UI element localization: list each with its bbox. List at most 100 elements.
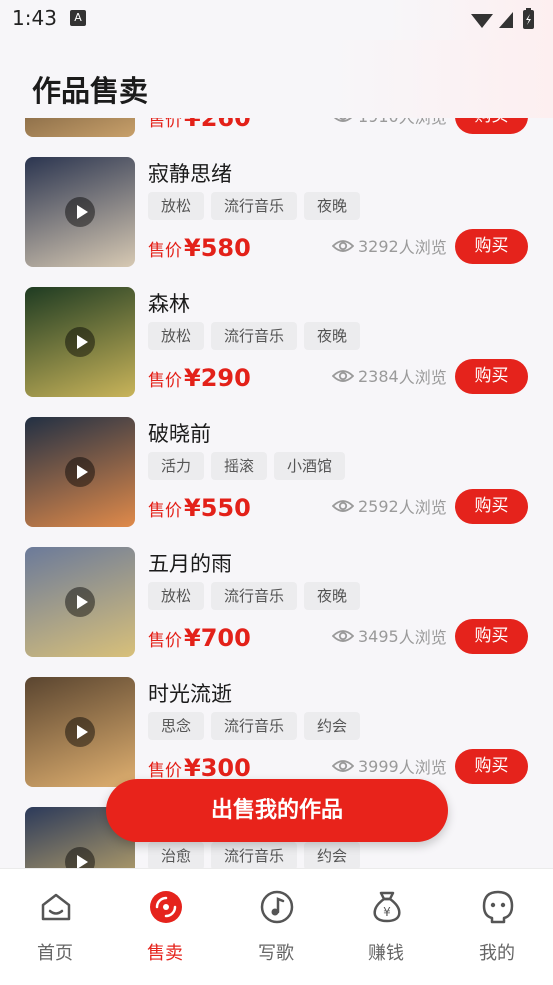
music-note-icon xyxy=(260,890,294,924)
price-value: ¥300 xyxy=(184,754,251,782)
view-count: 2592 人浏览 xyxy=(332,494,447,518)
work-title: 森林 xyxy=(148,292,190,316)
view-count: 3999 人浏览 xyxy=(332,754,447,778)
tab-write-song[interactable]: 写歌 xyxy=(221,869,331,985)
cover-image[interactable] xyxy=(25,118,135,137)
view-count: 2384 人浏览 xyxy=(332,364,447,388)
tab-home-label: 首页 xyxy=(37,943,73,964)
play-icon[interactable] xyxy=(65,717,95,747)
view-suffix: 人浏览 xyxy=(398,238,447,257)
buy-button[interactable]: 购买 xyxy=(455,359,528,394)
sell-my-work-button[interactable]: 出售我的作品 xyxy=(106,779,448,842)
tab-earn[interactable]: ¥ 赚钱 xyxy=(331,869,441,985)
bottom-tab-bar: 首页 售卖 写歌 ¥ 赚钱 我的 xyxy=(0,868,553,985)
view-suffix: 人浏览 xyxy=(398,368,447,387)
view-number: 2592 xyxy=(358,496,399,516)
tag: 约会 xyxy=(304,842,361,868)
tag-list: 放松 流行音乐 夜晚 xyxy=(148,192,361,220)
tab-mine-label: 我的 xyxy=(479,943,515,964)
eye-icon xyxy=(332,760,354,772)
list-item[interactable]: 破晓前活力 摇滚 小酒馆售价¥550 2592 人浏览 购买 xyxy=(0,414,553,544)
price: 售价¥290 xyxy=(148,364,251,392)
play-icon[interactable] xyxy=(65,197,95,227)
tag-list: 活力 摇滚 小酒馆 xyxy=(148,452,346,480)
work-title: 寂静思绪 xyxy=(148,162,232,186)
eye-icon xyxy=(332,370,354,382)
buy-button[interactable]: 购买 xyxy=(455,229,528,264)
view-suffix: 人浏览 xyxy=(398,758,447,777)
tag-list: 放松 流行音乐 夜晚 xyxy=(148,582,361,610)
play-icon[interactable] xyxy=(65,847,95,868)
price-prefix: 售价 xyxy=(148,631,182,651)
tab-sell[interactable]: 售卖 xyxy=(110,869,220,985)
view-count: 1910人浏览 xyxy=(332,118,447,128)
tab-earn-label: 赚钱 xyxy=(368,943,404,964)
list-item[interactable]: 森林放松 流行音乐 夜晚 售价¥290 2384 人浏览 购买 xyxy=(0,284,553,414)
price-value: ¥580 xyxy=(184,234,251,262)
tag-list: 放松 流行音乐 夜晚 xyxy=(148,322,361,350)
view-count: 3292 人浏览 xyxy=(332,234,447,258)
works-list[interactable]: 售价¥2601910人浏览购买寂静思绪放松流行音乐夜晚售价¥5803292人浏览… xyxy=(0,118,553,868)
tag: 夜晚 xyxy=(304,192,361,220)
tag: 夜晚 xyxy=(304,582,361,610)
tag: 放松 xyxy=(148,322,205,350)
price: 售价¥700 xyxy=(148,624,251,652)
tag: 流行音乐 xyxy=(211,582,298,610)
tag: 小酒馆 xyxy=(274,452,346,480)
cover-image[interactable] xyxy=(25,417,135,527)
eye-icon xyxy=(332,500,354,512)
tag: 流行音乐 xyxy=(211,712,298,740)
play-icon[interactable] xyxy=(65,587,95,617)
tab-write-song-label: 写歌 xyxy=(258,943,294,964)
tab-sell-label: 售卖 xyxy=(147,943,183,964)
tag-list: 思念 流行音乐 约会 xyxy=(148,712,361,740)
tag: 约会 xyxy=(304,712,361,740)
list-item[interactable]: 五月的雨 放松 流行音乐 夜晚 售价¥700 3495 人浏览 购买 xyxy=(0,544,553,674)
work-title: 五月的雨 xyxy=(148,552,232,576)
tab-home[interactable]: 首页 xyxy=(0,869,110,985)
list-item[interactable]: 售价¥260 1910人浏览购买 xyxy=(0,118,553,154)
tag: 夜晚 xyxy=(304,322,361,350)
header: 作品售卖 xyxy=(0,40,553,118)
tab-mine[interactable]: 我的 xyxy=(442,869,552,985)
view-suffix: 人浏览 xyxy=(398,498,447,517)
view-suffix: 人浏览 xyxy=(398,628,447,647)
work-title: 时光流逝 xyxy=(148,682,232,706)
buy-button[interactable]: 购买 xyxy=(455,489,528,524)
work-title: 破晓前 xyxy=(148,422,211,446)
price-prefix: 售价 xyxy=(148,501,182,521)
play-icon[interactable] xyxy=(65,457,95,487)
play-icon[interactable] xyxy=(65,327,95,357)
view-number: 3999 xyxy=(358,756,399,776)
price-value: ¥260 xyxy=(184,118,251,132)
price-prefix: 售价 xyxy=(148,371,182,391)
list-item[interactable]: 寂静思绪 放松 流行音乐 夜晚 售价¥580 3292 人浏览 购买 xyxy=(0,154,553,284)
tag: 思念 xyxy=(148,712,205,740)
price: 售价¥580 xyxy=(148,234,251,262)
buy-button[interactable]: 购买 xyxy=(455,749,528,784)
price-value: ¥700 xyxy=(184,624,251,652)
notification-icon: A xyxy=(70,10,86,26)
cover-image[interactable] xyxy=(25,677,135,787)
buy-button[interactable]: 购买 xyxy=(455,619,528,654)
buy-button[interactable]: 购买 xyxy=(455,118,528,134)
tag-list: 治愈 流行音乐 约会 xyxy=(148,842,361,868)
eye-icon xyxy=(333,118,353,122)
price: 售价¥260 xyxy=(148,118,251,132)
page-title: 作品售卖 xyxy=(32,74,149,108)
status-bar: 1:43 A xyxy=(0,0,553,40)
view-count: 3495 人浏览 xyxy=(332,624,447,648)
price-value: ¥550 xyxy=(184,494,251,522)
view-number: 3495 xyxy=(358,626,399,646)
price-prefix: 售价 xyxy=(148,241,182,261)
tag: 放松 xyxy=(148,582,205,610)
cover-image[interactable] xyxy=(25,287,135,397)
tag: 放松 xyxy=(148,192,205,220)
home-icon xyxy=(41,893,71,921)
signal-battery-icon xyxy=(471,8,534,29)
cover-image[interactable] xyxy=(25,157,135,267)
eye-icon xyxy=(332,240,354,252)
svg-text:¥: ¥ xyxy=(383,905,391,919)
tag: 流行音乐 xyxy=(211,842,298,868)
cover-image[interactable] xyxy=(25,547,135,657)
